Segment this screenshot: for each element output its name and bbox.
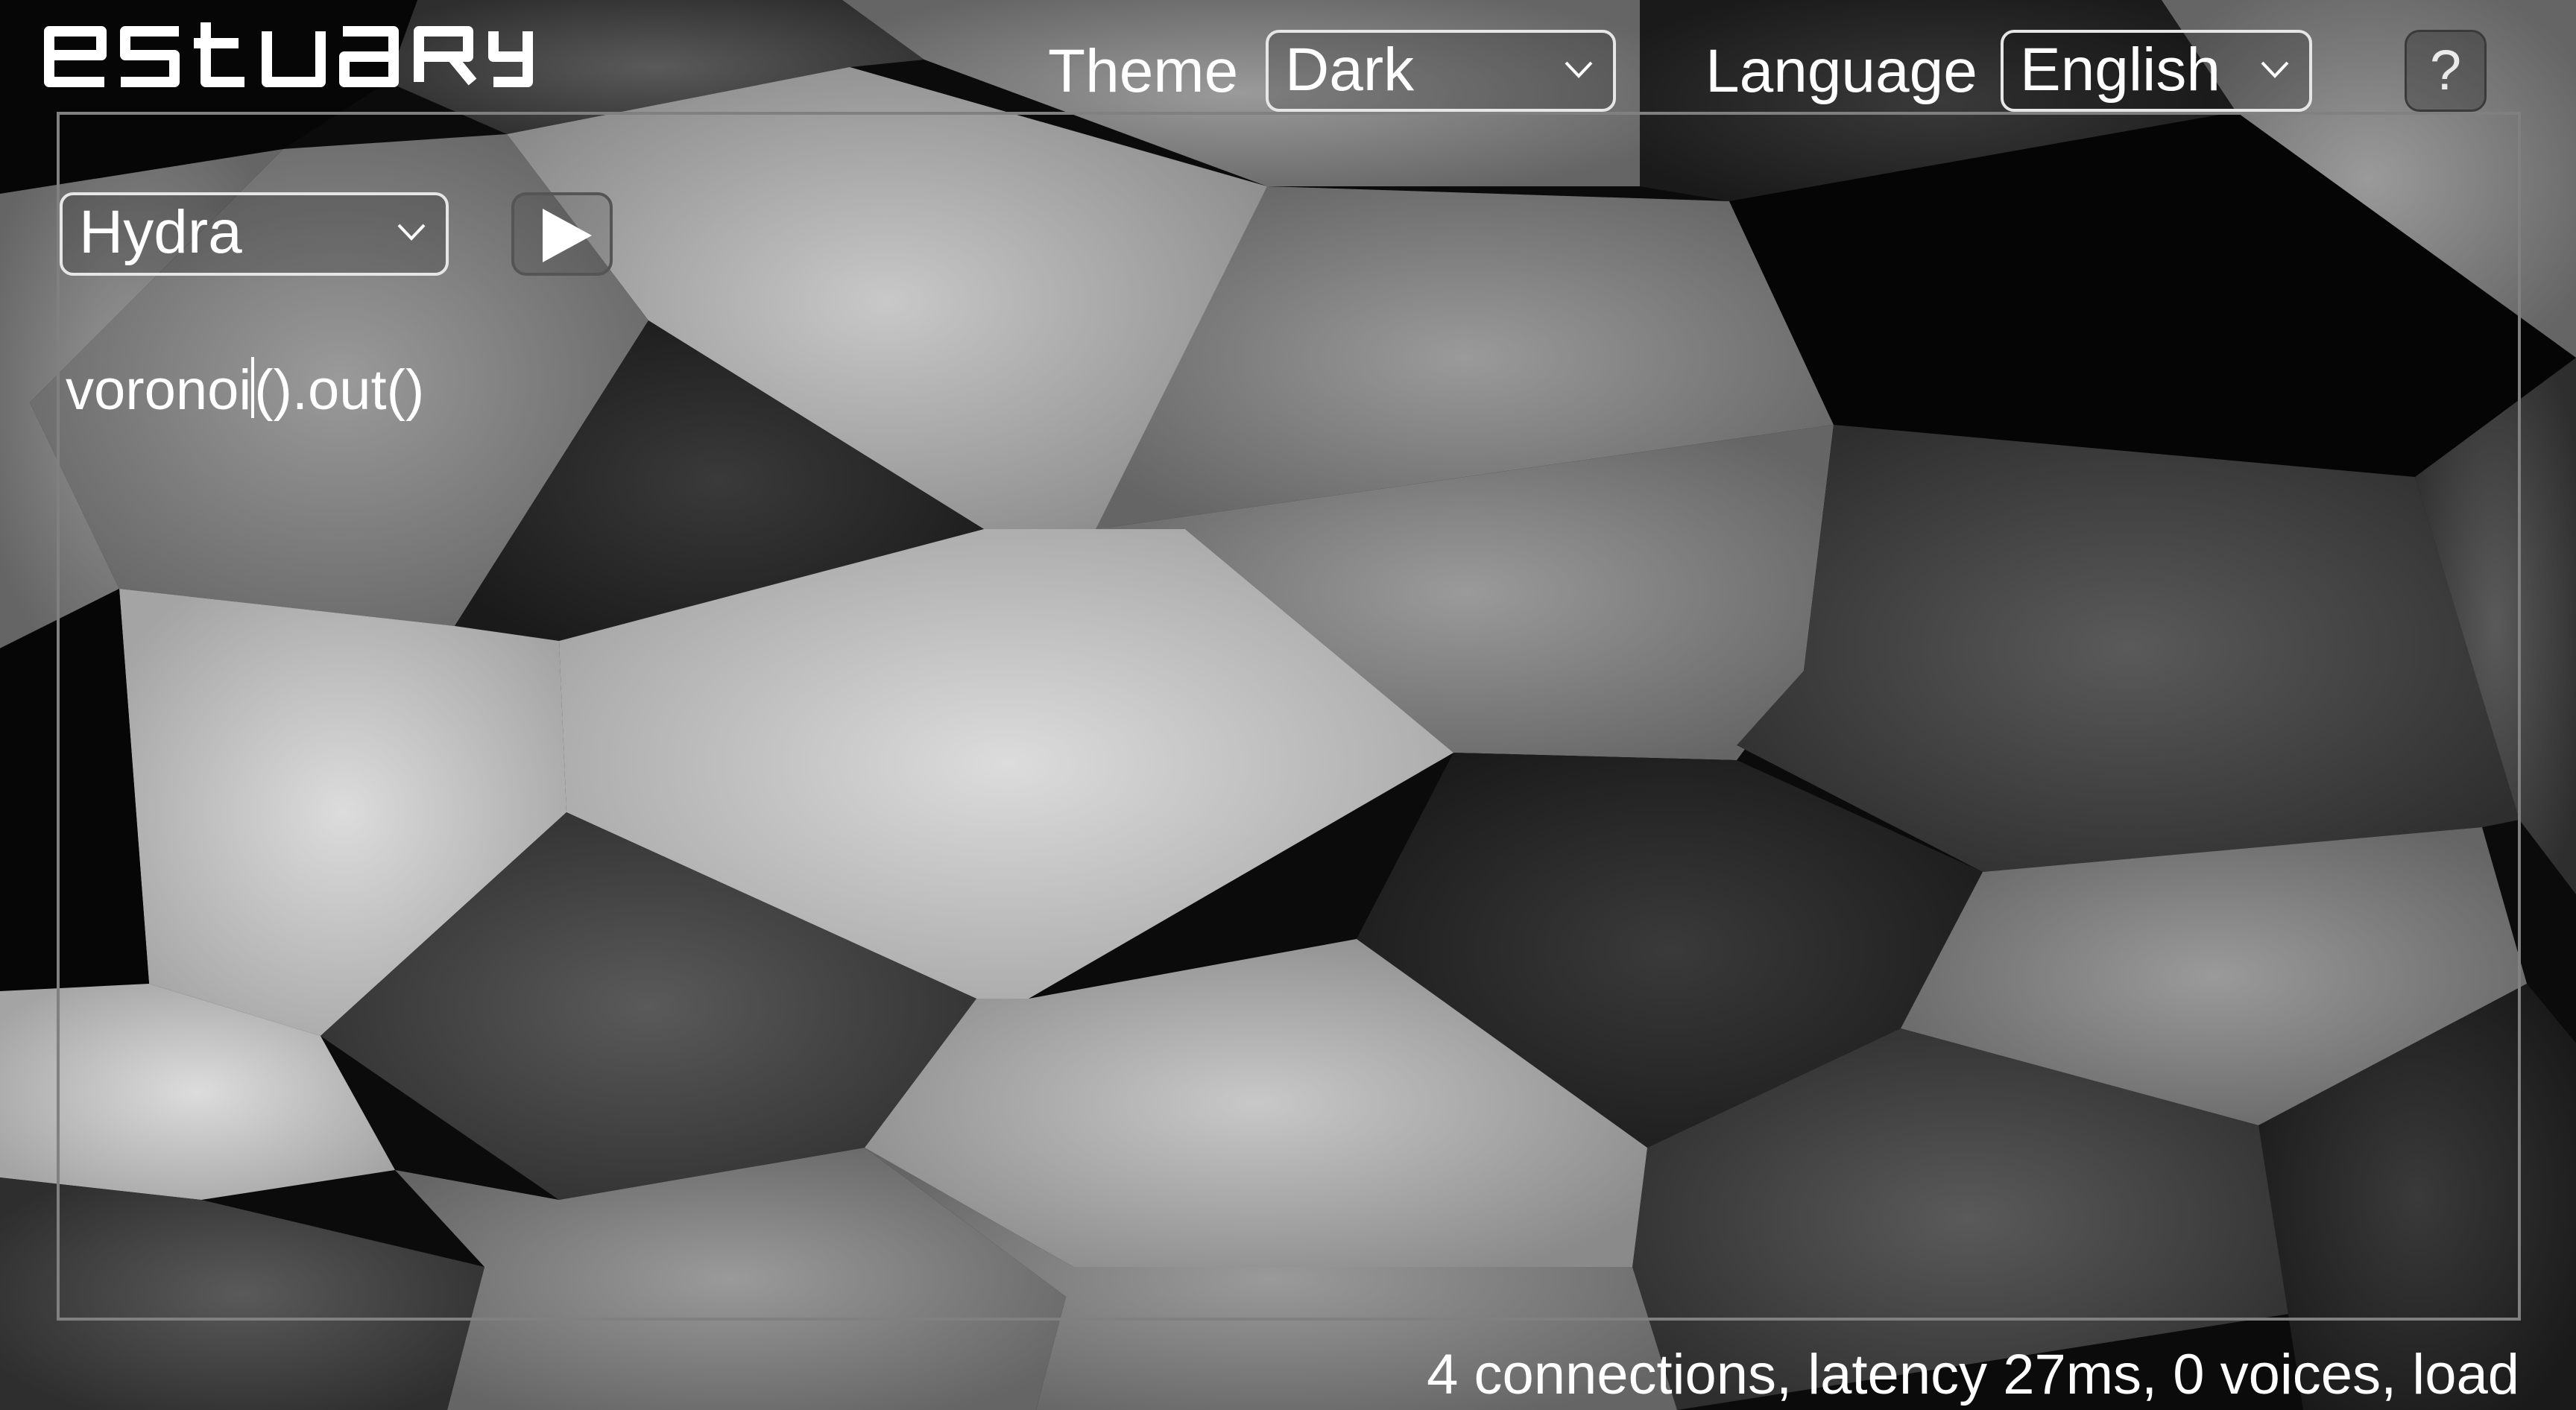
theme-select-value: Dark bbox=[1285, 36, 1415, 104]
help-icon: ? bbox=[2429, 39, 2462, 102]
code-text-before-caret: voronoi bbox=[66, 358, 252, 422]
language-select[interactable]: English bbox=[2001, 30, 2312, 112]
chevron-down-icon bbox=[2261, 61, 2289, 78]
chevron-down-icon bbox=[1565, 61, 1593, 78]
estuary-app: Theme Dark Language English ? Hydra voro… bbox=[0, 0, 2576, 1410]
code-language-value: Hydra bbox=[79, 198, 242, 266]
code-text-after-caret: ().out() bbox=[254, 358, 425, 422]
language-select-value: English bbox=[2020, 36, 2220, 104]
status-bar: 4 connections, latency 27ms, 0 voices, l… bbox=[1427, 1343, 2519, 1406]
help-button[interactable]: ? bbox=[2405, 30, 2487, 112]
evaluate-button[interactable] bbox=[511, 192, 613, 276]
code-editor[interactable]: voronoi().out() bbox=[66, 353, 2503, 1292]
language-label: Language bbox=[1705, 37, 1977, 105]
estuary-logo-wordmark bbox=[44, 22, 533, 87]
estuary-logo bbox=[43, 18, 535, 92]
theme-select[interactable]: Dark bbox=[1266, 30, 1616, 112]
theme-label: Theme bbox=[1048, 37, 1239, 105]
play-icon bbox=[543, 209, 592, 262]
code-language-select[interactable]: Hydra bbox=[60, 192, 449, 276]
chevron-down-icon bbox=[397, 224, 426, 241]
